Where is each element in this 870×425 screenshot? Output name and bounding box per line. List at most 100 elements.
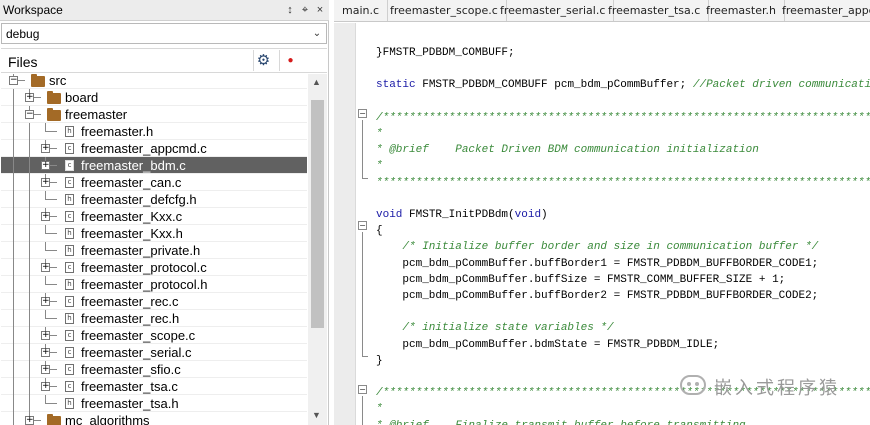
code-editor[interactable]: }FMSTR_PDBDM_COMBUFF; static FMSTR_PDBDM_… (376, 23, 870, 425)
tree-guide (29, 242, 30, 259)
code-line: * @brief Finalize transmit buffer before… (376, 419, 746, 425)
expand-icon[interactable]: + (25, 416, 34, 425)
fold-toggle-icon[interactable]: − (358, 385, 367, 394)
expand-icon[interactable]: + (25, 93, 34, 102)
tree-scrollbar[interactable]: ▲ ▼ (308, 74, 327, 425)
tree-item-label: src (49, 74, 67, 88)
tree-guide (13, 276, 14, 293)
tree-guide (13, 191, 14, 208)
tree-item[interactable]: − freemaster (1, 106, 307, 123)
tree-guide (29, 378, 30, 395)
tab-file[interactable]: freemaster_tsa.c (600, 0, 710, 21)
tree-guide (13, 174, 14, 191)
tab-file[interactable]: freemaster_appcmd.c (774, 0, 870, 21)
tree-item-label: freemaster_serial.c (81, 345, 192, 360)
tree-item[interactable]: − src (1, 74, 307, 89)
code-token: /* initialize state variables */ (376, 322, 614, 335)
fold-line (362, 120, 363, 178)
tree-item-label: freemaster_sfio.c (81, 362, 181, 377)
gear-icon[interactable]: ⚙ (253, 50, 273, 71)
dropdown-icon[interactable]: ↕ (283, 2, 297, 18)
tree-item-label: freemaster_tsa.c (81, 379, 178, 394)
code-line: ****************************************… (376, 176, 870, 190)
folder-icon (47, 91, 61, 104)
tree-guide (13, 412, 14, 425)
tree-item-label: freemaster.h (81, 124, 154, 139)
scroll-thumb[interactable] (311, 100, 324, 328)
tree-item[interactable]: h freemaster.h (1, 123, 307, 140)
tree-item[interactable]: + mc_algorithms (1, 412, 307, 425)
code-token: void (514, 209, 542, 221)
status-dot-icon[interactable]: ● (279, 50, 301, 71)
expand-icon[interactable]: + (41, 365, 50, 374)
tree-item[interactable]: + c freemaster_protocol.c (1, 259, 307, 276)
tree-guide (29, 310, 30, 327)
tree-item[interactable]: + c freemaster_bdm.c (1, 157, 307, 174)
collapse-icon[interactable]: − (25, 110, 34, 119)
tree-guide (13, 242, 14, 259)
tree-item[interactable]: + c freemaster_scope.c (1, 327, 307, 344)
expand-icon[interactable]: + (41, 161, 50, 170)
tree-item-label: freemaster (65, 107, 128, 122)
fold-toggle-icon[interactable]: − (358, 109, 367, 118)
tab-file[interactable]: freemaster.h (698, 0, 785, 21)
tree-item[interactable]: h freemaster_defcfg.h (1, 191, 307, 208)
tree-item[interactable]: + c freemaster_serial.c (1, 344, 307, 361)
tree-item[interactable]: h freemaster_protocol.h (1, 276, 307, 293)
code-token: { (376, 225, 383, 238)
fold-toggle-icon[interactable]: − (358, 221, 367, 230)
tree-item[interactable]: + c freemaster_tsa.c (1, 378, 307, 395)
tree-guide (45, 199, 57, 200)
code-line: * @brief Packet Driven BDM communication… (376, 143, 759, 157)
folder-icon (31, 74, 45, 87)
expand-icon[interactable]: + (41, 263, 50, 272)
code-line: pcm_bdm_pCommBuffer.buffSize = FMSTR_COM… (376, 273, 785, 287)
tree-item[interactable]: + c freemaster_rec.c (1, 293, 307, 310)
tree-item[interactable]: h freemaster_rec.h (1, 310, 307, 327)
c-file-icon: c (65, 330, 74, 341)
tree-item[interactable]: h freemaster_tsa.h (1, 395, 307, 412)
tree-guide (29, 140, 30, 157)
chevron-down-icon[interactable]: ⌄ (311, 27, 323, 40)
fold-end (362, 356, 368, 357)
tree-item[interactable]: + c freemaster_sfio.c (1, 361, 307, 378)
expand-icon[interactable]: + (41, 297, 50, 306)
code-token: }FMSTR_PDBDM_COMBUFF; (376, 47, 515, 59)
scroll-up-icon[interactable]: ▲ (312, 77, 321, 87)
collapse-icon[interactable]: − (9, 76, 18, 85)
code-token: * (376, 128, 383, 140)
expand-icon[interactable]: + (41, 178, 50, 187)
expand-icon[interactable]: + (41, 331, 50, 340)
tree-item-label: board (65, 90, 99, 105)
tree-guide (45, 250, 57, 251)
workspace-titlebar: Workspace ↕ ⌖ × (0, 0, 329, 21)
configuration-select[interactable]: debug ⌄ (1, 23, 327, 44)
fold-line (362, 232, 363, 356)
tree-item[interactable]: + c freemaster_can.c (1, 174, 307, 191)
tree-item-label: freemaster_Kxx.c (81, 209, 183, 224)
tree-item-label: mc_algorithms (65, 413, 150, 425)
tab-file[interactable]: freemaster_scope.c (382, 0, 507, 21)
tree-item[interactable]: h freemaster_private.h (1, 242, 307, 259)
tree-item[interactable]: + c freemaster_Kxx.c (1, 208, 307, 225)
expand-icon[interactable]: + (41, 348, 50, 357)
code-line: pcm_bdm_pCommBuffer.bdmState = FMSTR_PDB… (376, 338, 719, 352)
expand-icon[interactable]: + (41, 382, 50, 391)
close-icon[interactable]: × (313, 2, 327, 18)
tree-guide (45, 318, 57, 319)
tab-file[interactable]: freemaster_serial.c (492, 0, 615, 21)
tree-item-label: freemaster_appcmd.c (81, 141, 207, 156)
h-file-icon: h (65, 279, 74, 290)
tree-item[interactable]: h freemaster_Kxx.h (1, 225, 307, 242)
expand-icon[interactable]: + (41, 144, 50, 153)
tree-item[interactable]: + c freemaster_appcmd.c (1, 140, 307, 157)
tree-item-label: freemaster_scope.c (81, 328, 196, 343)
tab-file[interactable]: main.c (334, 0, 389, 21)
code-token: ****************************************… (376, 176, 870, 189)
tree-guide (13, 395, 14, 412)
expand-icon[interactable]: + (41, 212, 50, 221)
tree-item[interactable]: + board (1, 89, 307, 106)
pin-icon[interactable]: ⌖ (298, 2, 312, 18)
tree-item-label: freemaster_rec.c (81, 294, 179, 309)
scroll-down-icon[interactable]: ▼ (312, 410, 321, 420)
